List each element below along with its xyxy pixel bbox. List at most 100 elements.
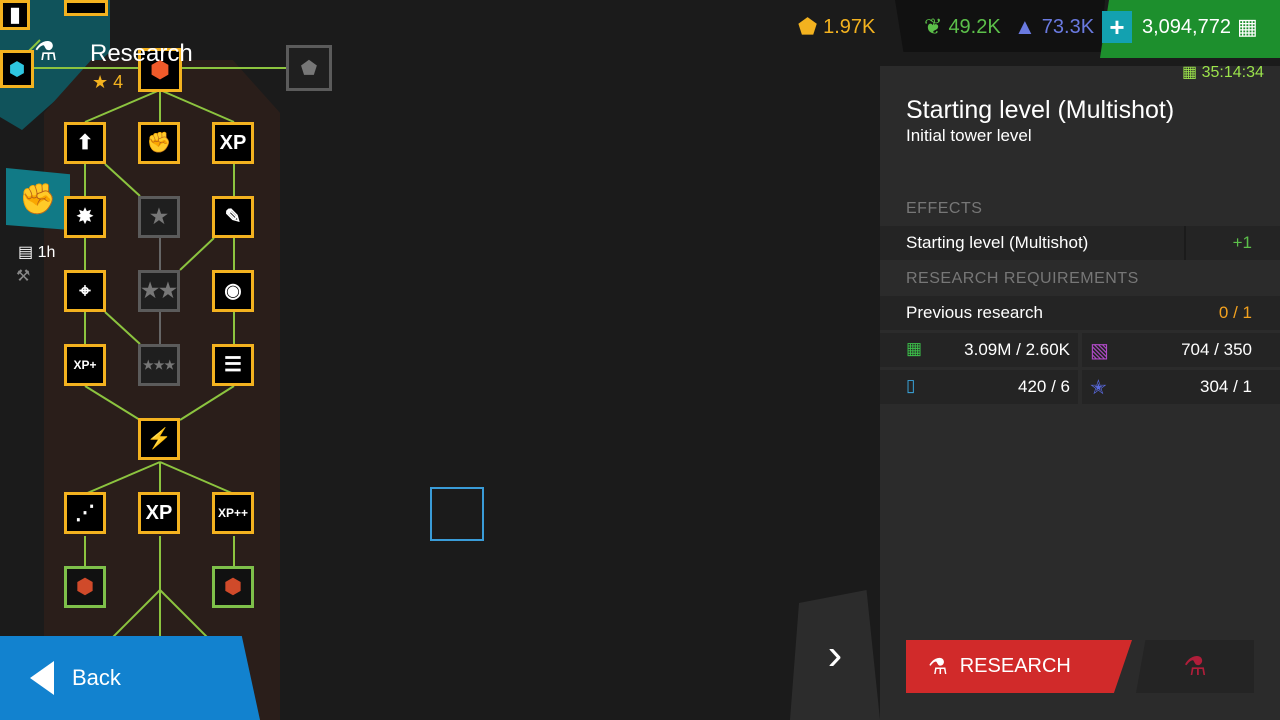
effect-row: Starting level (Multishot) +1 — [880, 226, 1280, 260]
node-list-icon: ☰ — [224, 354, 242, 376]
node-xp-card-icon: XP — [145, 502, 173, 524]
prev-research-label: Previous research — [906, 303, 1044, 322]
tools-icon: ⚒ — [16, 268, 31, 285]
back-arrow-icon — [30, 661, 54, 695]
node-shots[interactable]: ⋰ — [64, 492, 106, 534]
effect-value: +1 — [1232, 233, 1252, 252]
node-max-up-icon: ⬆ — [76, 132, 94, 154]
node-fist-icon: ✊ — [146, 132, 172, 154]
node-blue-gem[interactable]: ⬢ — [0, 50, 34, 88]
cash-small-icon: ▦ — [1182, 64, 1198, 81]
green-leaf-icon: ❦ — [924, 14, 943, 39]
cost-star-row: ✭ 304 / 1 — [1082, 370, 1280, 404]
pentagon-icon: ⬟ — [301, 57, 317, 78]
fist-icon: ✊ — [19, 182, 57, 216]
prev-research-row: Previous research 0 / 1 — [880, 296, 1280, 330]
chevron-right-icon: › — [827, 630, 843, 679]
node-shots-icon: ⋰ — [75, 502, 95, 524]
orange-gem-icon: ⬟ — [798, 14, 818, 39]
page-title: Research — [90, 40, 193, 67]
node-xp-plus-plus[interactable]: XP++ — [212, 492, 254, 534]
timer-badge: ▤ 1h — [18, 242, 55, 262]
node-star-3[interactable]: ★★★ — [138, 344, 180, 386]
node-star-1-icon: ★ — [150, 206, 168, 228]
node-list[interactable]: ☰ — [212, 344, 254, 386]
cost-cash-row: ▦ 3.09M / 2.60K — [880, 333, 1078, 367]
gem-flask-icon: ⚗ — [1183, 651, 1207, 681]
flask-icon: ⚗ — [34, 36, 58, 66]
node-xp-card[interactable]: XP — [138, 492, 180, 534]
partial-node-top-left[interactable]: ▮ — [0, 0, 30, 30]
selection-cursor — [430, 487, 484, 541]
currency-green-value: 49.2K — [948, 15, 1001, 38]
purple-stripes-icon: ▧ — [1090, 340, 1109, 362]
chest-icon: ▤ — [18, 244, 34, 261]
timer-value: 1h — [37, 244, 56, 261]
fist-category-tab[interactable]: ✊ — [6, 168, 70, 230]
node-locked-right[interactable]: ⬟ — [286, 45, 332, 91]
node-max-xp-icon: XP — [219, 132, 247, 154]
effect-label: Starting level (Multishot) — [906, 233, 1089, 252]
requirements-header: RESEARCH REQUIREMENTS — [906, 270, 1139, 287]
plus-icon: + — [1109, 11, 1125, 42]
node-gem[interactable]: ◉ — [212, 270, 254, 312]
cost-star-value: 304 / 1 — [1200, 377, 1252, 396]
star-count-value: 4 — [113, 72, 124, 92]
node-xp-plus-plus-icon: XP++ — [217, 506, 249, 520]
node-lightning[interactable]: ⚡ — [138, 418, 180, 460]
row-divider — [1184, 226, 1186, 260]
currency-orange: ⬟ 1.97K — [798, 14, 875, 40]
cost-xp-row: ▯ 420 / 6 — [880, 370, 1078, 404]
node-red-cube-shot[interactable]: ⬢ — [212, 566, 254, 608]
blue-star-card-icon: ✭ — [1090, 377, 1107, 399]
node-lightning-icon: ⚡ — [146, 428, 172, 450]
node-star-2-icon: ★★ — [141, 280, 177, 302]
node-multishot[interactable]: ✸ — [64, 196, 106, 238]
node-crosshair[interactable]: ⌖ — [64, 270, 106, 312]
research-title: Starting level (Multishot) — [906, 96, 1175, 124]
node-red-cube-fist-icon: ⬢ — [76, 576, 94, 598]
blue-mountain-icon: ▲ — [1014, 14, 1036, 39]
node-xp-plus-icon: XP+ — [73, 358, 97, 372]
currency-green: ❦ 49.2K — [924, 14, 1001, 40]
node-multishot-icon: ✸ — [76, 206, 94, 228]
next-button[interactable]: › — [790, 590, 880, 720]
add-cash-button[interactable]: + — [1102, 11, 1132, 43]
node-star-1[interactable]: ★ — [138, 196, 180, 238]
star-count: ★ 4 — [92, 72, 123, 93]
currency-blue-value: 73.3K — [1041, 15, 1095, 38]
cash-icon: ▦ — [906, 339, 923, 358]
star-icon: ★ — [92, 72, 109, 92]
partial-node-top-max[interactable] — [64, 0, 108, 16]
cost-cash-value: 3.09M / 2.60K — [964, 340, 1070, 359]
cash-icon: ▦ — [1236, 14, 1258, 39]
currency-orange-value: 1.97K — [823, 15, 876, 38]
square-icon: ▮ — [9, 4, 21, 26]
node-star-2[interactable]: ★★ — [138, 270, 180, 312]
cost-purple-row: ▧ 704 / 350 — [1082, 333, 1280, 367]
node-fist[interactable]: ✊ — [138, 122, 180, 164]
node-gem-icon: ◉ — [224, 280, 242, 302]
back-button[interactable]: Back — [0, 636, 260, 720]
currency-blue: ▲ 73.3K — [1014, 14, 1094, 40]
flask-icon: ⚗ — [928, 653, 948, 679]
node-red-cube-shot-icon: ⬢ — [224, 576, 242, 598]
prev-research-value: 0 / 1 — [1218, 303, 1252, 322]
research-button[interactable]: ⚗ RESEARCH — [906, 640, 1132, 693]
node-crosshair-icon: ⌖ — [79, 280, 91, 302]
node-max-up[interactable]: ⬆ — [64, 122, 106, 164]
countdown: ▦ 35:14:34 — [1182, 62, 1264, 82]
blue-gem-icon: ⬢ — [9, 58, 25, 79]
effects-header: EFFECTS — [906, 200, 983, 217]
instant-research-button[interactable]: ⚗ — [1136, 640, 1254, 693]
currency-cash: 3,094,772 ▦ — [1142, 14, 1258, 40]
node-pen-icon: ✎ — [224, 206, 242, 228]
node-pen[interactable]: ✎ — [212, 196, 254, 238]
node-red-cube-fist[interactable]: ⬢ — [64, 566, 106, 608]
cost-xp-value: 420 / 6 — [1018, 377, 1070, 396]
node-xp-plus[interactable]: XP+ — [64, 344, 106, 386]
countdown-value: 35:14:34 — [1201, 64, 1264, 81]
research-subtitle: Initial tower level — [906, 126, 1032, 145]
node-max-xp[interactable]: XP — [212, 122, 254, 164]
research-button-label: RESEARCH — [959, 655, 1071, 677]
